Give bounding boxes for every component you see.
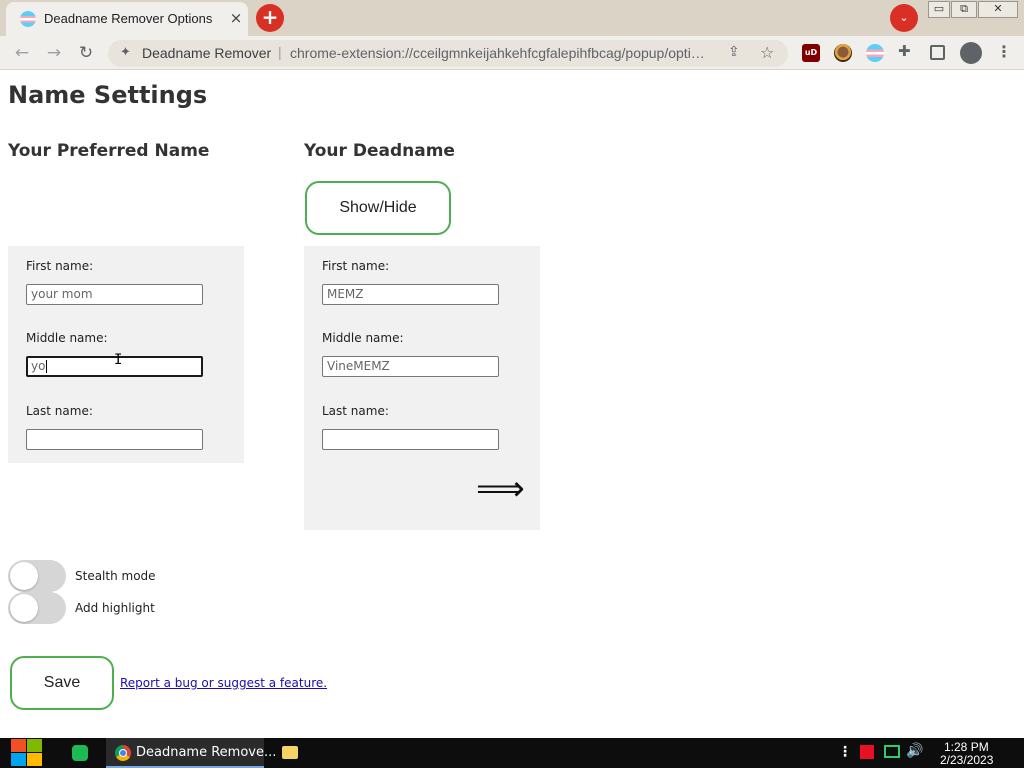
close-tab-icon[interactable]: × [226,8,246,28]
volume-icon[interactable]: 🔊 [906,743,923,759]
deadname-middle-name-input[interactable]: VineMEMZ [322,356,499,377]
side-panel-icon[interactable] [930,45,945,60]
toggle-knob [10,562,38,590]
options-page: Name Settings Your Preferred Name Your D… [0,71,1024,738]
preferred-middle-name-label: Middle name: [26,331,108,345]
deadname-remover-extension-icon[interactable] [866,44,884,62]
preferred-first-name-input[interactable]: your mom [26,284,203,305]
deadname-middle-name-label: Middle name: [322,331,404,345]
back-arrow-icon[interactable]: ← [10,41,34,65]
clock-date[interactable]: 2/23/2023 [940,753,993,767]
url-separator: | [278,44,282,60]
bookmark-star-icon[interactable]: ☆ [760,43,774,62]
preferred-first-name-label: First name: [26,259,94,273]
extensions-puzzle-icon[interactable]: ✚ [898,42,916,60]
page-title: Name Settings [8,81,208,109]
deadname-panel: First name: MEMZ Middle name: VineMEMZ L… [304,246,540,530]
url-text[interactable]: chrome-extension://cceilgmnkeijahkehfcgf… [290,45,722,61]
close-window-button[interactable]: ✕ [978,1,1018,18]
transgender-flag-favicon-icon [20,11,36,27]
action-center-flag-icon[interactable] [860,745,874,759]
deadname-heading: Your Deadname [304,141,455,161]
green-app-taskbar-icon[interactable] [72,745,88,761]
stealth-mode-toggle[interactable] [8,560,66,592]
avatar-extension-icon[interactable] [834,44,852,62]
double-arrow-right-icon[interactable]: ⟹ [476,472,525,506]
preferred-last-name-input[interactable] [26,429,203,450]
taskbar-chrome-label: Deadname Remove... [136,745,277,760]
text-caret [46,360,48,373]
show-hide-button[interactable]: Show/Hide [305,181,451,235]
forward-arrow-icon[interactable]: → [42,41,66,65]
deadname-first-name-label: First name: [322,259,390,273]
add-highlight-label: Add highlight [75,601,155,615]
report-bug-link[interactable]: Report a bug or suggest a feature. [120,676,327,690]
tab-title: Deadname Remover Options [44,11,213,26]
start-pane [27,739,42,752]
ibeam-cursor-icon: I [114,352,123,368]
restore-window-button[interactable]: ⧉ [951,1,977,18]
network-icon[interactable] [884,745,900,758]
preferred-last-name-label: Last name: [26,404,93,418]
profile-avatar-icon[interactable] [960,42,982,64]
clock-time[interactable]: 1:28 PM [944,740,989,754]
add-highlight-toggle[interactable] [8,592,66,624]
stealth-mode-label: Stealth mode [75,569,156,583]
deadname-last-name-input[interactable] [322,429,499,450]
share-icon[interactable]: ⇪ [728,44,740,60]
tray-overflow-icon[interactable]: ⋮ [838,744,852,760]
extension-name: Deadname Remover [142,45,272,61]
extension-puzzle-icon: ✦ [120,45,131,60]
new-tab-button[interactable]: + [256,4,284,32]
reload-icon[interactable]: ↻ [74,41,98,65]
address-bar[interactable]: ✦ Deadname Remover | chrome-extension://… [108,40,788,67]
deadname-last-name-label: Last name: [322,404,389,418]
browser-menu-icon[interactable]: ⋮ [996,42,1014,61]
deadname-first-name-input[interactable]: MEMZ [322,284,499,305]
file-explorer-icon[interactable] [282,746,298,759]
tab-bar: Deadname Remover Options × + ⌄ ▭ ⧉ ✕ [0,0,1024,36]
minimize-window-button[interactable]: ▭ [928,1,950,18]
start-pane [11,753,26,766]
browser-tab[interactable]: Deadname Remover Options × [6,2,248,36]
toggle-knob [10,594,38,622]
windows-start-icon[interactable] [10,738,44,768]
start-pane [11,739,26,752]
taskbar: Deadname Remove... ⋮ 🔊 1:28 PM 2/23/2023 [0,738,1024,768]
ublock-extension-icon[interactable]: uD [802,44,820,62]
preferred-name-heading: Your Preferred Name [8,141,210,161]
start-pane [27,753,42,766]
preferred-middle-name-value: yo [31,359,46,373]
taskbar-chrome-window[interactable]: Deadname Remove... [106,738,276,768]
tab-search-chevron-icon[interactable]: ⌄ [890,4,918,32]
save-button[interactable]: Save [10,656,114,710]
preferred-name-panel: First name: your mom Middle name: yo Las… [8,246,244,463]
chrome-icon [115,745,131,761]
browser-toolbar: ← → ↻ ✦ Deadname Remover | chrome-extens… [0,36,1024,70]
